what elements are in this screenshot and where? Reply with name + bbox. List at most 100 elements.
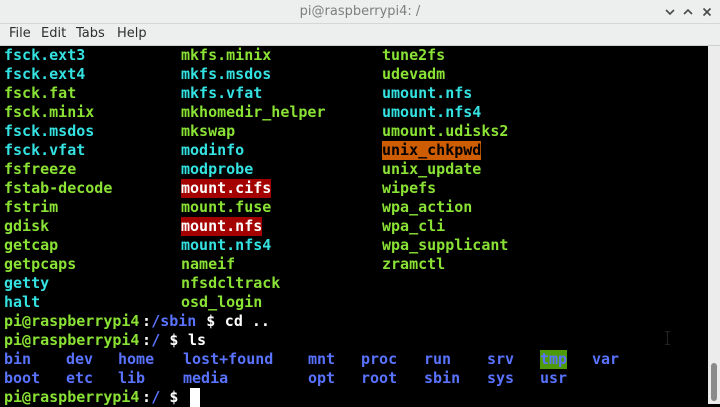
scrollbar-thumb[interactable] (711, 363, 717, 401)
listing-row: getpcaps nameif zramctl (0, 255, 708, 274)
file-entry: wpa_cli (382, 217, 446, 235)
prompt-line: pi@raspberrypi4: / $ (0, 388, 708, 407)
prompt-user: pi@raspberrypi4 (4, 312, 140, 330)
prompt-symbol: $ (160, 388, 188, 406)
directory-entry: lib (118, 369, 146, 387)
directory-entry: srv (487, 350, 515, 368)
directory-entry: tmp (540, 350, 568, 369)
file-entry: unix_chkpwd (382, 141, 482, 160)
listing-row: fsck.ext3 mkfs.minix tune2fs (0, 46, 708, 65)
command-text: cd .. (224, 312, 270, 330)
file-entry: getty (4, 274, 50, 292)
prompt-user: pi@raspberrypi4 (4, 388, 140, 406)
directory-entry: sbin (424, 369, 461, 387)
file-entry: umount.nfs (382, 84, 473, 102)
listing-row: fsck.minix mkhomedir_helper umount.nfs4 (0, 103, 708, 122)
terminal-output[interactable]: fsck.ext3 mkfs.minix tune2fs fsck.ext4 mkfs.… (0, 46, 708, 407)
file-entry: fsck.fat (4, 84, 77, 102)
file-entry: fsfreeze (4, 160, 77, 178)
listing-row: fsck.msdos mkswap umount.udisks2 (0, 122, 708, 141)
minimize-icon[interactable] (660, 2, 680, 22)
menu-edit[interactable]: Edit (41, 26, 66, 41)
file-entry: fsck.ext3 (4, 46, 86, 64)
file-entry: fsck.ext4 (4, 65, 86, 83)
file-entry: mkfs.minix (181, 46, 272, 64)
file-entry: nfsdcltrack (181, 274, 281, 292)
file-entry: nameif (181, 255, 236, 273)
file-entry: tune2fs (382, 46, 446, 64)
directory-entry: sys (487, 369, 515, 387)
file-entry: modprobe (181, 160, 254, 178)
directory-entry: lost+found (183, 350, 274, 368)
listing-row: fstab-decode mount.cifs wipefs (0, 179, 708, 198)
directory-entry: dev (66, 350, 94, 368)
file-entry: mount.fuse (181, 198, 272, 216)
directory-entry: home (118, 350, 155, 368)
prompt-line: pi@raspberrypi4: / $ ls (0, 331, 708, 350)
file-entry: wpa_action (382, 198, 473, 216)
directory-entry: boot (4, 369, 41, 387)
directory-entry: proc (361, 350, 398, 368)
file-entry: umount.udisks2 (382, 122, 509, 140)
terminal-cursor (190, 388, 200, 407)
file-entry: zramctl (382, 255, 446, 273)
file-entry: mkhomedir_helper (181, 103, 326, 121)
menu-tabs[interactable]: Tabs (76, 26, 105, 41)
directory-entry: run (424, 350, 452, 368)
directory-entry: var (592, 350, 620, 368)
prompt-separator: : (142, 331, 152, 349)
scrollbar[interactable] (708, 46, 720, 404)
listing-row: gdisk mount.nfs wpa_cli (0, 217, 708, 236)
listing-row: halt osd_login (0, 293, 708, 312)
file-entry: mount.nfs (181, 217, 263, 236)
file-entry: getcap (4, 236, 59, 254)
text-cursor-icon (665, 331, 670, 345)
listing-row: fsck.fat mkfs.vfat umount.nfs (0, 84, 708, 103)
close-icon[interactable] (697, 2, 717, 22)
menu-bar: File Edit Tabs Help (0, 24, 720, 46)
prompt-path: / (151, 388, 161, 406)
listing-row: fsfreeze modprobe unix_update (0, 160, 708, 179)
ls-row: boot etc lib media opt root sbin sys usr (0, 369, 708, 388)
file-entry: wpa_supplicant (382, 236, 509, 254)
directory-entry: usr (540, 369, 568, 387)
file-entry: mount.cifs (181, 179, 272, 198)
directory-entry: opt (308, 369, 336, 387)
file-entry: halt (4, 293, 41, 311)
menu-help[interactable]: Help (117, 26, 147, 41)
command-text: ls (188, 331, 207, 349)
file-entry: umount.nfs4 (382, 103, 482, 121)
ls-row: bin dev home lost+found mnt proc run srv tmp var (0, 350, 708, 369)
window-titlebar[interactable]: pi@raspberrypi4: / (0, 0, 720, 24)
file-entry: mkswap (181, 122, 236, 140)
file-entry: unix_update (382, 160, 482, 178)
file-entry: gdisk (4, 217, 50, 235)
directory-entry: mnt (308, 350, 336, 368)
listing-row: fstrim mount.fuse wpa_action (0, 198, 708, 217)
file-entry: getpcaps (4, 255, 77, 273)
file-entry: wipefs (382, 179, 437, 197)
file-entry: fsck.minix (4, 103, 95, 121)
file-entry: fstrim (4, 198, 59, 216)
file-entry: mkfs.msdos (181, 65, 272, 83)
window-title: pi@raspberrypi4: / (299, 4, 421, 19)
prompt-separator: : (142, 312, 152, 330)
prompt-user: pi@raspberrypi4 (4, 331, 140, 349)
file-entry: mkfs.vfat (181, 84, 263, 102)
maximize-icon[interactable] (678, 2, 698, 22)
listing-row: getty nfsdcltrack (0, 274, 708, 293)
prompt-symbol: $ (160, 331, 188, 349)
directory-entry: etc (66, 369, 94, 387)
file-entry: udevadm (382, 65, 446, 83)
directory-entry: media (183, 369, 229, 387)
listing-row: fsck.ext4 mkfs.msdos udevadm (0, 65, 708, 84)
menu-file[interactable]: File (9, 26, 31, 41)
prompt-symbol: $ (197, 312, 225, 330)
directory-entry: bin (4, 350, 32, 368)
file-entry: fsck.msdos (4, 122, 95, 140)
prompt-separator: : (142, 388, 152, 406)
listing-row: getcap mount.nfs4 wpa_supplicant (0, 236, 708, 255)
prompt-path: /sbin (151, 312, 197, 330)
file-entry: mount.nfs4 (181, 236, 272, 254)
file-entry: fstab-decode (4, 179, 113, 197)
